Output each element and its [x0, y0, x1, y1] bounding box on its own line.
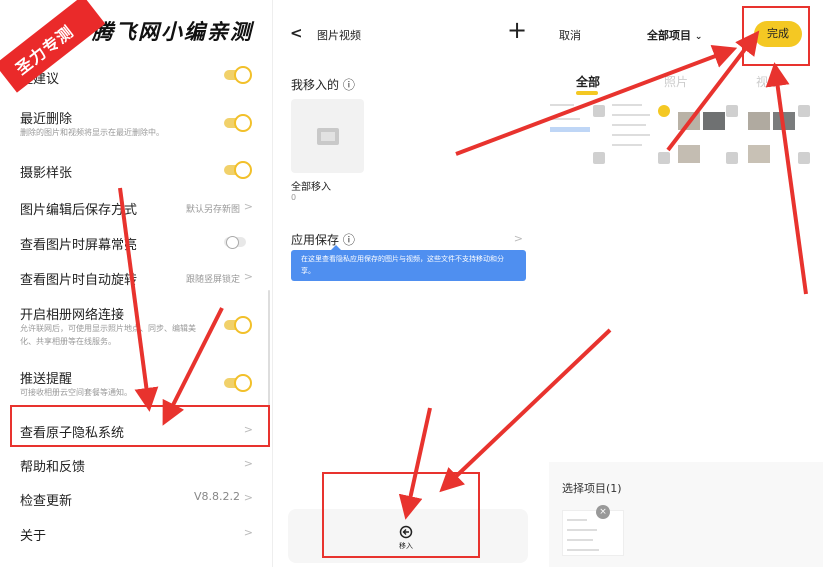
row-title: 关于 [20, 529, 47, 544]
row-value: 跟随竖屏锁定 [185, 275, 240, 285]
media-thumb[interactable] [610, 100, 670, 170]
tab-photos[interactable]: 照片 [664, 73, 688, 90]
settings-row-push[interactable]: 推送提醒 可接收相册云空间套餐等通知。 [0, 366, 270, 400]
toggle-switch[interactable] [218, 374, 252, 392]
row-title: 查看图片时屏幕常亮 [20, 238, 138, 253]
back-icon[interactable]: < [290, 24, 303, 42]
page-title: 图片视频 [317, 29, 361, 42]
row-subtitle: 删除的图片和视频将显示在最近删除中。 [20, 128, 164, 137]
settings-row-help[interactable]: 帮助和反馈 > [0, 451, 270, 477]
tab-videos[interactable]: 视频 [756, 73, 780, 90]
tooltip: 在这里查看隐私应用保存的图片与视频，这些文件不支持移动和分享。 [291, 245, 526, 281]
select-box[interactable] [798, 105, 810, 117]
chevron-right-icon: > [243, 457, 253, 470]
expand-icon[interactable] [593, 152, 605, 164]
highlight-box-done [742, 6, 810, 66]
settings-panel: 理建议 最近删除 删除的图片和视频将显示在最近删除中。 摄影样张 图片编辑后保存… [0, 0, 270, 567]
row-title: 图片编辑后保存方式 [20, 203, 138, 218]
row-value: V8.8.2.2 [193, 490, 240, 503]
plus-icon[interactable]: + [507, 16, 527, 44]
folder-icon [317, 128, 339, 145]
watermark-title: 腾飞网小编亲测 [92, 19, 253, 44]
toggle-switch[interactable] [218, 233, 252, 251]
remove-icon[interactable]: × [596, 505, 610, 519]
media-thumb[interactable] [548, 100, 608, 170]
highlight-box-move [322, 472, 480, 558]
highlight-box-privacy [10, 405, 270, 447]
settings-row-network[interactable]: 开启相册网络连接 允许联网后，可使用显示照片地点、同步、编辑美化、共享相册等在线… [0, 302, 270, 350]
settings-row-recently-deleted[interactable]: 最近删除 删除的图片和视频将显示在最近删除中。 [0, 104, 270, 144]
row-title: 推送提醒 [20, 372, 73, 387]
expand-icon[interactable] [658, 152, 670, 164]
row-title: 开启相册网络连接 [20, 308, 125, 323]
section-app-saved[interactable]: 应用保存 ⓘ [291, 231, 355, 248]
all-items-label: 全部项目 [647, 29, 691, 42]
settings-row-about[interactable]: 关于 > [0, 520, 270, 546]
row-title: 检查更新 [20, 494, 73, 509]
row-value: 默认另存新图 [185, 205, 240, 215]
folder-count: 0 [291, 193, 297, 202]
row-title: 查看图片时自动旋转 [20, 273, 138, 288]
chevron-right-icon: > [243, 200, 253, 213]
chevron-right-icon: > [243, 270, 253, 283]
section-moved-in: 我移入的 ⓘ [291, 78, 355, 92]
toggle-switch[interactable] [218, 316, 252, 334]
cancel-button[interactable]: 取消 [559, 27, 581, 43]
row-title: 最近删除 [20, 112, 73, 127]
row-subtitle: 可接收相册云空间套餐等通知。 [20, 388, 132, 397]
selected-thumb[interactable] [562, 510, 624, 556]
settings-row-edit-save-mode[interactable]: 图片编辑后保存方式 默认另存新图 > [0, 194, 270, 220]
row-title: 摄影样张 [20, 166, 73, 181]
toggle-switch[interactable] [218, 114, 252, 132]
row-title: 帮助和反馈 [20, 460, 86, 475]
select-box[interactable] [593, 105, 605, 117]
settings-row-sample-photos[interactable]: 摄影样张 [0, 157, 270, 183]
checkmark-icon[interactable] [658, 105, 670, 117]
folder-thumbnail[interactable] [291, 99, 364, 173]
expand-icon[interactable] [798, 152, 810, 164]
select-items-panel: 取消 全部项目 ⌄ 完成 全部 照片 视频 选择项目(1) × [544, 0, 823, 567]
screenshot-root: { "watermark": {"badge": "圣力专测", "title"… [0, 0, 823, 567]
chevron-right-icon[interactable]: > [514, 232, 523, 245]
row-subtitle: 允许联网后，可使用显示照片地点、同步、编辑美化、共享相册等在线服务。 [20, 324, 196, 346]
settings-row-screen-on[interactable]: 查看图片时屏幕常亮 [0, 229, 270, 255]
expand-icon[interactable] [726, 152, 738, 164]
tab-all[interactable]: 全部 [576, 73, 600, 90]
chevron-right-icon: > [243, 491, 253, 504]
chevron-right-icon: > [243, 526, 253, 539]
settings-row-auto-rotate[interactable]: 查看图片时自动旋转 跟随竖屏锁定 > [0, 264, 270, 290]
folder-caption: 全部移入 [291, 182, 331, 193]
toggle-switch[interactable] [218, 161, 252, 179]
toggle-switch[interactable] [218, 66, 252, 84]
media-thumb[interactable] [676, 100, 744, 170]
chevron-down-icon: ⌄ [694, 32, 703, 42]
select-box[interactable] [726, 105, 738, 117]
tab-indicator [576, 91, 598, 95]
media-thumb[interactable] [746, 100, 816, 170]
selected-items-title: 选择项目(1) [562, 482, 622, 495]
all-items-dropdown[interactable]: 全部项目 ⌄ [647, 27, 702, 43]
scrollbar[interactable] [268, 290, 270, 420]
settings-row-update[interactable]: 检查更新 V8.8.2.2 > [0, 485, 270, 511]
